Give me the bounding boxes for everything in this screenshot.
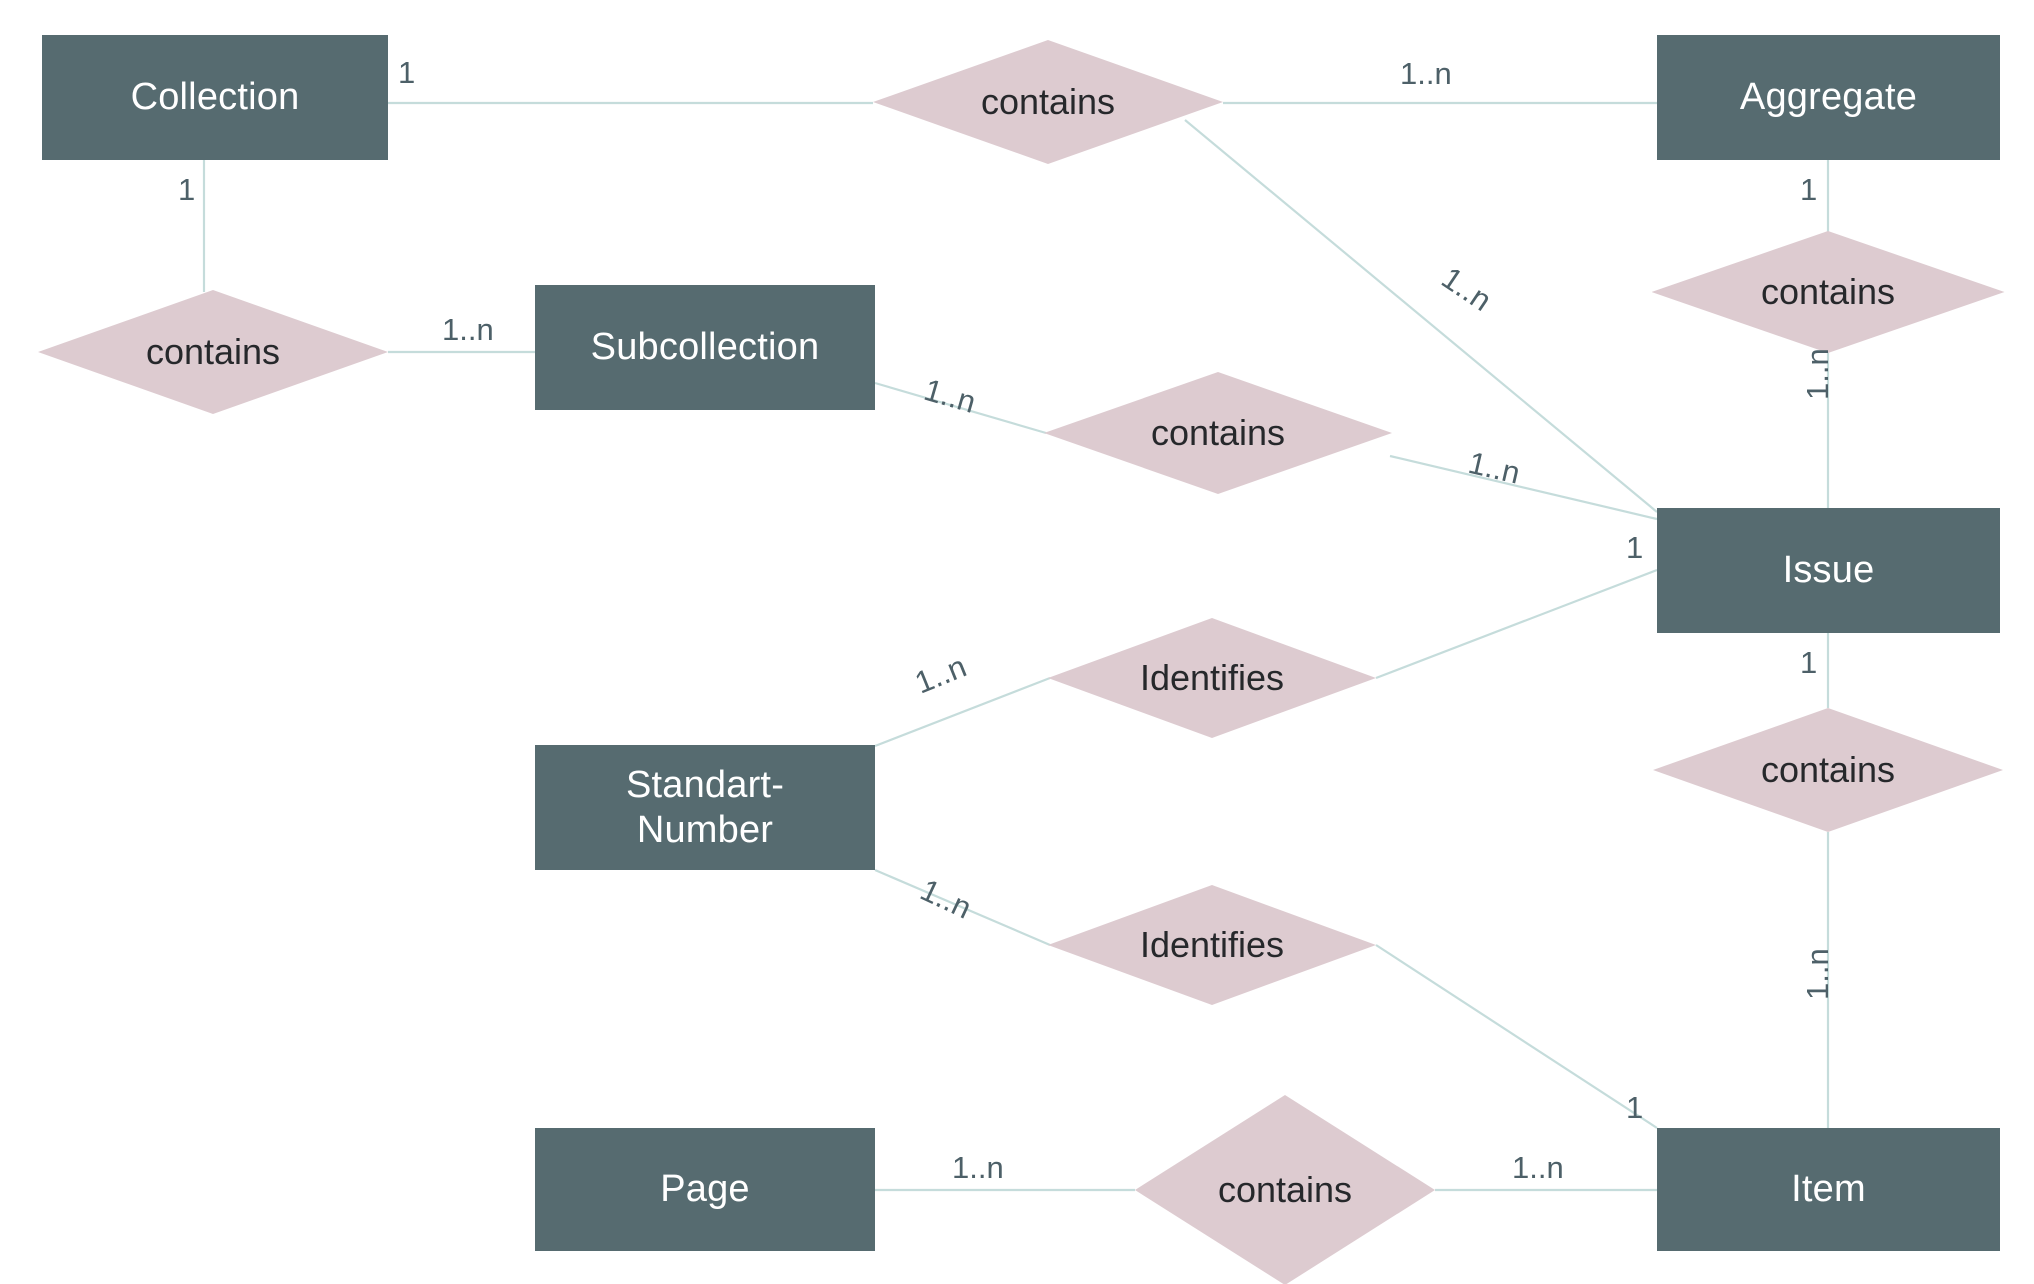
rel-standartnum-issue[interactable]: Identifies [1048,618,1376,738]
card-collection-right: 1 [398,55,416,90]
card-issue-bottom: 1 [1800,645,1818,680]
card-issue-top: 1..n [1800,348,1835,400]
entity-label: Item [1791,1168,1866,1211]
entity-collection[interactable]: Collection [42,35,388,160]
entity-subcollection[interactable]: Subcollection [535,285,875,410]
edge-line [874,676,1051,748]
edge-line [1389,454,1658,521]
entity-issue[interactable]: Issue [1657,508,2000,633]
rel-collection-aggregate[interactable]: contains [873,40,1223,164]
entity-aggregate[interactable]: Aggregate [1657,35,2000,160]
relationship-label: contains [145,331,281,372]
entity-label: Aggregate [1739,76,1918,119]
rel-page-item[interactable]: contains [1135,1095,1435,1284]
relationship-label: contains [1217,1169,1353,1210]
entity-label: Subcollection [590,326,820,369]
relationship-label: contains [1760,749,1896,790]
entity-label: Standart- Number [625,763,785,851]
card-aggregate-bottom: 1 [1800,172,1818,207]
entity-label: Page [660,1168,750,1211]
entity-standartnum[interactable]: Standart- Number [535,745,875,870]
relationship-label: contains [1150,412,1286,453]
rel-subcollection-issue[interactable]: contains [1044,372,1392,494]
relationship-label: Identifies [1139,924,1285,965]
card-page-right: 1..n [952,1150,1004,1185]
rel-aggregate-issue[interactable]: contains [1652,231,2005,353]
card-item-upleft: 1 [1626,1090,1644,1125]
er-diagram-canvas: Collection Aggregate Subcollection Issue Sta… [0,0,2034,1284]
entity-label: Collection [130,76,300,119]
relationship-label: contains [980,81,1116,122]
card-issue-left: 1 [1626,530,1644,565]
card-item-left: 1..n [1512,1150,1564,1185]
edge-line [1375,568,1658,680]
card-collection-bottom: 1 [178,172,196,207]
card-subcollection-left: 1..n [442,312,494,347]
entity-item[interactable]: Item [1657,1128,2000,1251]
card-aggregate-left: 1..n [1400,56,1452,91]
rel-standartnum-item[interactable]: Identifies [1048,885,1376,1005]
rel-issue-item[interactable]: contains [1653,708,2003,832]
relationship-label: contains [1760,271,1896,312]
entity-page[interactable]: Page [535,1128,875,1251]
rel-collection-subcollection[interactable]: contains [38,290,388,414]
card-item-top: 1..n [1800,948,1835,1000]
relationship-label: Identifies [1139,657,1285,698]
entity-label: Issue [1782,549,1875,592]
edge-layer [202,101,1830,1192]
